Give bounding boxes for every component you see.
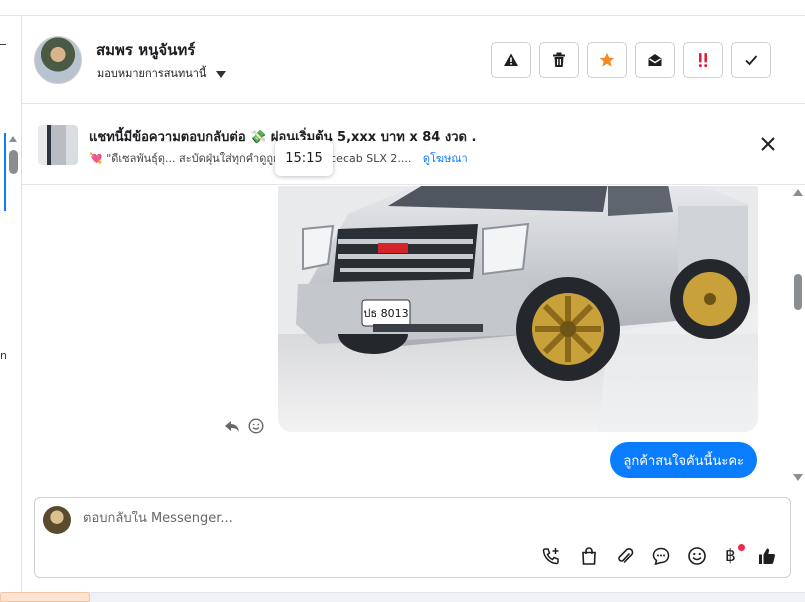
scrollbar-thumb[interactable] <box>794 274 802 310</box>
bottom-bar <box>0 592 805 602</box>
left-panel-edge: n <box>0 16 22 602</box>
reply-input[interactable] <box>83 511 683 526</box>
left-panel-marker <box>0 44 6 45</box>
react-emoji-icon[interactable] <box>248 418 264 434</box>
assign-label: มอบหมายการสนทนานี้ <box>97 67 207 80</box>
payment-request-button[interactable]: ฿ <box>725 544 745 566</box>
heart-icon: 💘 <box>89 152 103 165</box>
emoji-icon[interactable] <box>687 546 707 566</box>
contact-name[interactable]: สมพร หนูจันทร์ <box>96 38 195 62</box>
trash-icon <box>553 52 565 67</box>
assign-conversation-dropdown[interactable]: มอบหมายการสนทนานี้ <box>97 64 226 82</box>
baht-icon: ฿ <box>725 546 736 566</box>
left-panel-text-fragment: n <box>0 349 7 362</box>
star-icon <box>599 52 615 67</box>
message-thread: ปธ 8013 ลูกค้าสนใจคันนี้นะคะ <box>22 186 792 484</box>
warning-button[interactable] <box>491 42 531 78</box>
star-button[interactable] <box>587 42 627 78</box>
thread-scrollbar[interactable] <box>792 186 804 484</box>
outgoing-message-bubble[interactable]: ลูกค้าสนใจคันนี้นะคะ <box>610 442 757 478</box>
ad-context-banner: แชทนี้มีข้อความตอบกลับต่อ 💸 ผ่อนเริ่มต้น… <box>22 105 805 185</box>
message-composer: ฿ <box>34 497 791 578</box>
inbox-page: n สมพร หนูจันทร์ มอบหมายการสนทนานี้ แชทน… <box>0 0 805 602</box>
top-divider <box>0 0 805 16</box>
close-icon[interactable] <box>759 135 777 153</box>
license-plate: ปธ 8013 <box>363 307 408 320</box>
warning-icon <box>504 53 518 66</box>
thumbs-up-icon[interactable] <box>757 546 777 566</box>
bottom-tab[interactable] <box>0 592 90 602</box>
delete-button[interactable] <box>539 42 579 78</box>
shopping-bag-icon[interactable] <box>579 546 599 566</box>
scroll-up-arrow-icon[interactable] <box>793 189 803 196</box>
reply-icon[interactable] <box>224 418 240 434</box>
page-avatar <box>43 506 71 534</box>
car-photo-attachment[interactable]: ปธ 8013 <box>278 186 758 432</box>
saved-replies-icon[interactable] <box>651 546 671 566</box>
add-call-icon[interactable] <box>541 546 561 566</box>
scrollbar-thumb[interactable] <box>9 150 18 174</box>
done-button[interactable] <box>731 42 771 78</box>
view-ad-link[interactable]: ดูโฆษณา <box>423 152 468 165</box>
car-photo: ปธ 8013 <box>278 186 758 432</box>
envelope-open-icon <box>648 54 662 66</box>
priority-button[interactable] <box>683 42 723 78</box>
ad-thumbnail[interactable] <box>38 125 78 165</box>
ad-caption: "ดีเซลพันธุ์ดุ... สะบัดฝุ่นใส่ทุกคำดูถูก… <box>106 152 412 165</box>
selected-conversation-indicator <box>4 133 6 211</box>
scroll-down-arrow-icon[interactable] <box>793 474 803 481</box>
contact-avatar[interactable] <box>34 36 82 84</box>
double-exclamation-icon <box>698 53 708 68</box>
left-scrollbar[interactable] <box>9 136 18 602</box>
check-icon <box>745 55 758 66</box>
conversation-header: สมพร หนูจันทร์ มอบหมายการสนทนานี้ <box>22 16 805 104</box>
attachment-icon[interactable] <box>615 546 635 566</box>
mark-unread-button[interactable] <box>635 42 675 78</box>
scroll-up-arrow-icon[interactable] <box>9 136 17 142</box>
notification-dot <box>738 544 745 551</box>
timestamp-tooltip: 15:15 <box>275 140 333 176</box>
caret-down-icon <box>215 70 226 78</box>
